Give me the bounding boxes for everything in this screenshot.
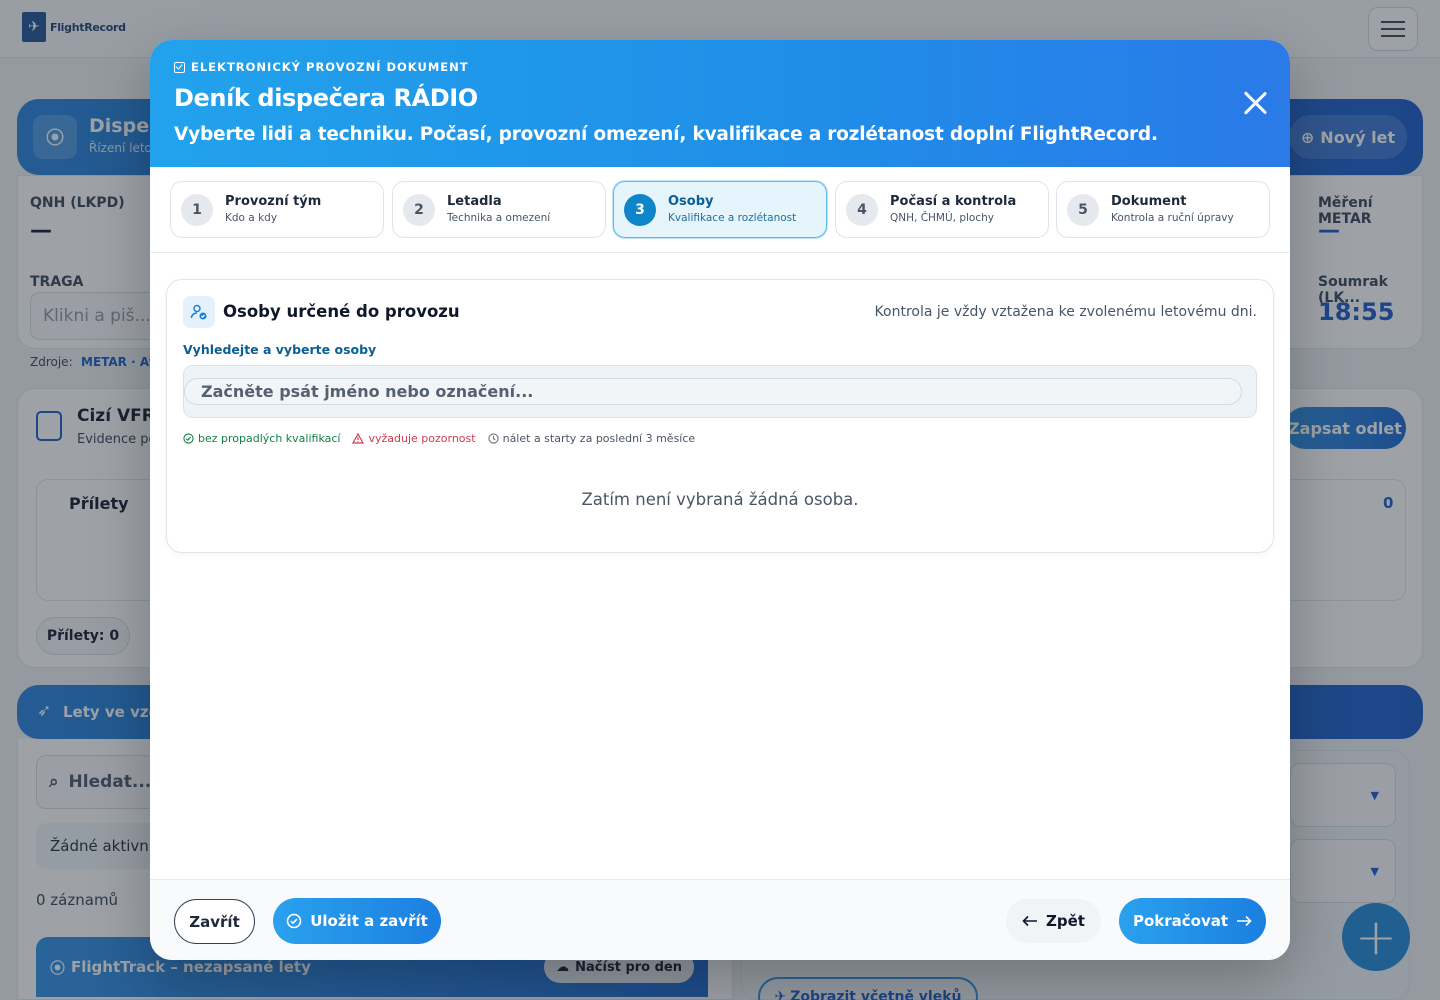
modal-subtitle: Vyberte lidi a techniku. Počasí, provozn… xyxy=(174,124,1158,145)
close-button[interactable]: Zavřít xyxy=(174,899,255,944)
user-check-icon xyxy=(183,296,215,328)
persons-section: Osoby určené do provozu Kontrola je vždy… xyxy=(166,279,1274,553)
step-subtitle: Kontrola a ruční úpravy xyxy=(1111,211,1234,224)
legend-ok: bez propadlých kvalifikací xyxy=(183,432,340,445)
step-title: Letadla xyxy=(447,193,502,209)
step-4[interactable]: 4 Počasí a kontrola QNH, ČHMÚ, plochy xyxy=(835,181,1049,238)
person-search-input[interactable] xyxy=(184,378,1242,405)
back-button[interactable]: Zpět xyxy=(1006,899,1101,943)
step-subtitle: Technika a omezení xyxy=(447,211,551,224)
person-search-wrapper xyxy=(183,365,1257,418)
wizard-stepper: 1 Provozní tým Kdo a kdy 2 Letadla Technik… xyxy=(150,167,1290,253)
arrow-right-icon xyxy=(1237,915,1252,927)
check-circle-icon xyxy=(286,913,302,929)
user-check-svg xyxy=(190,304,207,320)
dispatcher-log-modal: ELEKTRONICKÝ PROVOZNÍ DOKUMENT Deník dis… xyxy=(150,40,1290,960)
qualification-legend: bez propadlých kvalifikací vyžaduje pozo… xyxy=(183,432,695,445)
step-number: 3 xyxy=(624,193,656,226)
continue-button[interactable]: Pokračovat xyxy=(1119,898,1266,944)
step-number: 2 xyxy=(403,193,435,226)
section-title: Osoby určené do provozu xyxy=(223,302,460,321)
step-1[interactable]: 1 Provozní tým Kdo a kdy xyxy=(170,181,384,238)
warning-triangle-icon xyxy=(352,433,365,444)
checklist-icon xyxy=(174,61,185,73)
step-number: 1 xyxy=(181,193,213,226)
step-title: Dokument xyxy=(1111,193,1187,209)
clock-icon xyxy=(487,433,499,444)
modal-eyebrow: ELEKTRONICKÝ PROVOZNÍ DOKUMENT xyxy=(174,60,469,74)
step-title: Počasí a kontrola xyxy=(890,193,1017,209)
step-2[interactable]: 2 Letadla Technika a omezení xyxy=(392,181,606,238)
empty-selection-message: Zatím není vybraná žádná osoba. xyxy=(581,490,859,509)
search-label: Vyhledejte a vyberte osoby xyxy=(183,342,377,357)
step-title: Provozní tým xyxy=(225,193,322,209)
step-subtitle: Kdo a kdy xyxy=(225,211,278,224)
step-subtitle: QNH, ČHMÚ, plochy xyxy=(890,211,994,224)
step-5[interactable]: 5 Dokument Kontrola a ruční úpravy xyxy=(1056,181,1270,238)
section-note: Kontrola je vždy vztažena ke zvolenému l… xyxy=(874,304,1257,320)
check-circle-icon xyxy=(183,433,194,444)
close-icon[interactable] xyxy=(1242,90,1268,116)
modal-header: ELEKTRONICKÝ PROVOZNÍ DOKUMENT Deník dis… xyxy=(150,40,1290,167)
save-and-close-button[interactable]: Uložit a zavřít xyxy=(273,898,441,944)
step-title: Osoby xyxy=(668,193,714,209)
legend-time: nálet a starty za poslední 3 měsíce xyxy=(487,432,695,445)
arrow-left-icon xyxy=(1022,915,1038,927)
step-subtitle: Kvalifikace a rozlétanost xyxy=(668,211,797,224)
step-number: 4 xyxy=(846,193,878,226)
modal-footer: Zavřít Uložit a zavřít Zpět Pokračovat xyxy=(150,879,1290,960)
modal-title: Deník dispečera RÁDIO xyxy=(174,84,478,112)
legend-warning: vyžaduje pozornost xyxy=(352,432,476,445)
step-3-active[interactable]: 3 Osoby Kvalifikace a rozlétanost xyxy=(613,181,827,238)
step-number: 5 xyxy=(1067,193,1099,226)
